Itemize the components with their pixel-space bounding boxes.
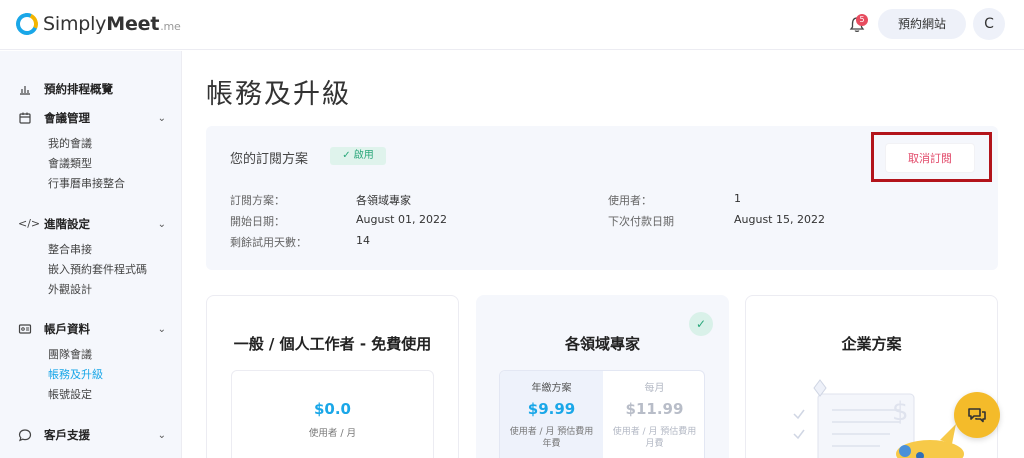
sidebar-group-account: 帳戶資料 ⌄ 團隊會議 帳務及升級 帳號設定 [0,319,182,405]
price-box[interactable]: $0.0 使用者 / 月 [231,370,434,458]
option-price: $9.99 [527,400,576,418]
sidebar-item-calendar-integration[interactable]: 行事曆串接整合 [0,174,182,194]
trial-days-value: 14 [356,234,370,247]
option-label: 每月 [644,383,665,394]
price-unit: 使用者 / 月 [308,428,357,439]
billing-option-annual[interactable]: 年繳方案 $9.99 使用者 / 月 預估費用 年費 [500,371,603,458]
logo-mark-icon [12,9,42,39]
highlight-box [871,132,992,182]
plan-title: 企業方案 [841,335,902,353]
sidebar-item-overview[interactable]: 預約排程概覽 [0,79,182,99]
notification-badge: 5 [856,14,868,26]
option-label: 年繳方案 [531,383,572,394]
next-payment-label: 下次付款日期 [608,215,674,228]
sidebar-item-meetings[interactable]: 會議管理 ⌄ [0,108,182,128]
sidebar-item-support[interactable]: 客戶支援 ⌄ [0,425,182,445]
users-label: 使用者： [608,194,652,207]
chart-icon [20,86,30,95]
price-value: $0.0 [313,400,351,418]
top-bar: SimplyMeet.me 5 預約網站 C [0,0,1024,50]
option-unit: 使用者 / 月 預估費用 月費 [612,427,697,449]
sidebar-group-support: 客戶支援 ⌄ [0,425,182,445]
avatar[interactable]: C [973,8,1005,40]
start-date-value: August 01, 2022 [356,213,447,226]
sidebar-group-overview: 預約排程概覽 [0,79,182,99]
start-date-label: 開始日期： [230,215,285,228]
sidebar-item-advanced[interactable]: </> 進階設定 ⌄ [0,214,182,234]
check-icon: ✓ [342,150,354,161]
chevron-down-icon[interactable]: ⌄ [158,219,166,230]
sidebar-item-embed-code[interactable]: 嵌入預約套件程式碼 [0,260,182,280]
check-icon: ✓ [689,312,713,336]
sidebar-item-appearance[interactable]: 外觀設計 [0,280,182,300]
trial-days-label: 剩餘試用天數： [230,236,307,249]
live-chat-button[interactable] [954,392,1000,438]
option-unit: 使用者 / 月 預估費用 年費 [509,427,594,449]
sidebar-item-billing[interactable]: 帳務及升級 [0,365,182,385]
chevron-down-icon[interactable]: ⌄ [158,430,166,441]
sidebar-item-my-meetings[interactable]: 我的會議 [0,134,182,154]
plan-card-free: 一般 / 個人工作者 - 免費使用 $0.0 使用者 / 月 [206,295,459,458]
page-title: 帳務及升級 [206,79,351,110]
sidebar-group-meetings: 會議管理 ⌄ 我的會議 會議類型 行事曆串接整合 [0,108,182,194]
logo-text: SimplyMeet.me [43,13,181,35]
calendar-icon [19,112,31,124]
sidebar-item-account-settings[interactable]: 帳號設定 [0,385,182,405]
booking-site-button[interactable]: 預約網站 [878,9,966,39]
code-icon: </> [18,217,41,230]
plan-label: 訂閱方案： [230,194,285,207]
id-card-icon [18,324,32,334]
billing-option-monthly[interactable]: 每月 $11.99 使用者 / 月 預估費用 月費 [603,371,704,458]
chat-bubble-icon [18,429,32,442]
svg-text:$: $ [892,397,909,427]
plan-card-enterprise: 企業方案 $ [745,295,998,458]
sidebar-group-advanced: </> 進階設定 ⌄ 整合串接 嵌入預約套件程式碼 外觀設計 [0,214,182,300]
logo[interactable]: SimplyMeet.me [12,9,181,39]
chat-icon [968,408,986,423]
sidebar: 預約排程概覽 會議管理 ⌄ 我的會議 會議類型 行事曆串接整合 </> 進階設定… [0,51,182,458]
plan-value: 各領域專家 [356,194,411,207]
next-payment-value: August 15, 2022 [734,213,825,226]
users-value: 1 [734,192,741,205]
option-price: $11.99 [625,400,684,418]
plan-title: 一般 / 個人工作者 - 免費使用 [233,335,432,353]
sidebar-item-account[interactable]: 帳戶資料 ⌄ [0,319,182,339]
sidebar-item-integrations[interactable]: 整合串接 [0,240,182,260]
chevron-down-icon[interactable]: ⌄ [158,324,166,335]
sidebar-item-team-meetings[interactable]: 團隊會議 [0,345,182,365]
subscription-title: 您的訂閱方案 [230,152,309,167]
chevron-down-icon[interactable]: ⌄ [158,113,166,124]
sidebar-item-meeting-types[interactable]: 會議類型 [0,154,182,174]
plan-card-pro: ✓ 各領域專家 年繳方案 $9.99 使用者 / 月 預估費用 年費 每月 $1… [476,295,729,458]
plan-title: 各領域專家 [564,335,640,353]
billing-toggle: 年繳方案 $9.99 使用者 / 月 預估費用 年費 每月 $11.99 使用者… [499,370,705,458]
status-badge: ✓ 啟用 [330,147,386,165]
